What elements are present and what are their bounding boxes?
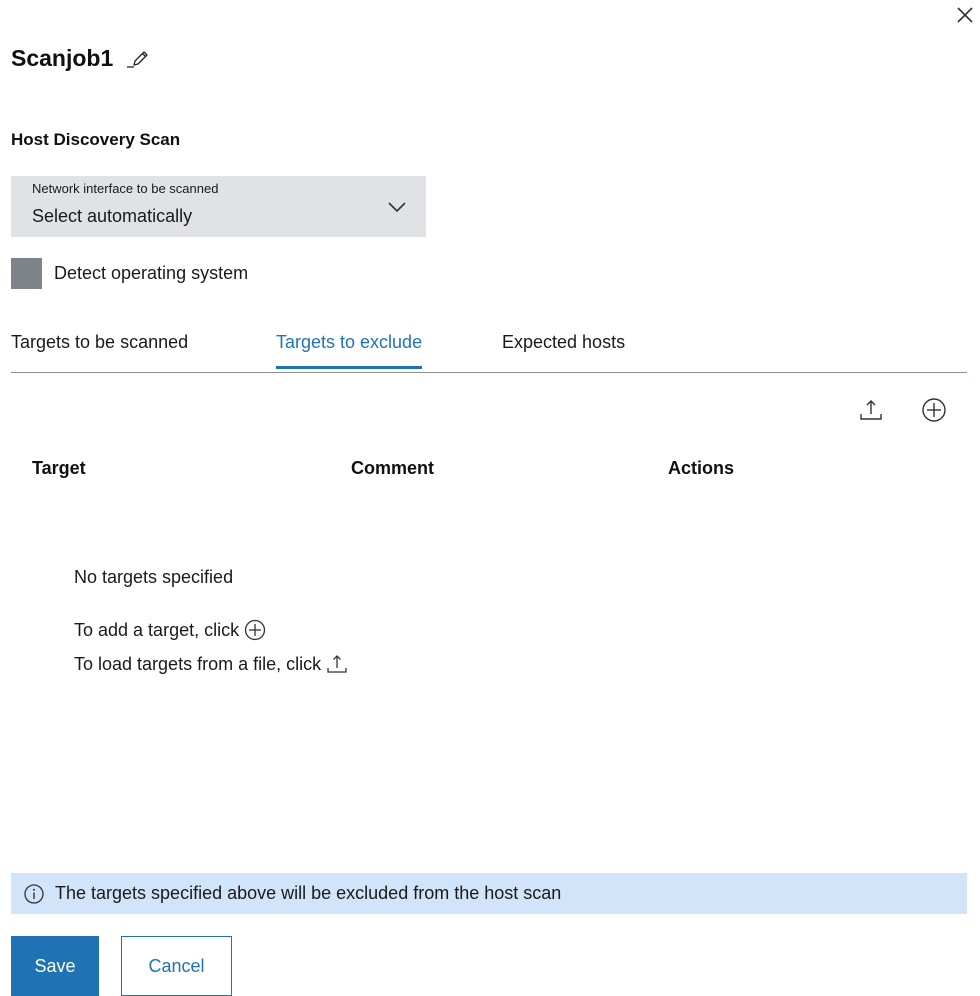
column-header-comment: Comment (351, 458, 435, 478)
section-title: Host Discovery Scan (11, 130, 181, 149)
info-notice: The targets specified above will be excl… (11, 873, 967, 914)
add-circle-icon[interactable] (920, 396, 948, 424)
empty-state-title: No targets specified (74, 567, 234, 587)
tab-expected-hosts[interactable]: Expected hosts (502, 332, 625, 369)
upload-icon (325, 652, 349, 676)
tab-targets-to-exclude[interactable]: Targets to exclude (276, 332, 423, 369)
load-targets-hint: To load targets from a file, click (74, 652, 349, 676)
upload-icon[interactable] (857, 396, 885, 424)
add-circle-icon (243, 618, 267, 642)
detect-os-label: Detect operating system (54, 263, 249, 283)
tab-bar: Targets to be scanned Targets to exclude… (11, 318, 967, 373)
load-targets-hint-text: To load targets from a file, click (74, 653, 322, 674)
detect-os-checkbox[interactable] (11, 258, 42, 289)
pencil-icon[interactable] (125, 44, 153, 72)
add-target-hint-text: To add a target, click (74, 619, 240, 640)
title-row: Scanjob1 (11, 44, 153, 72)
cancel-button[interactable]: Cancel (121, 936, 232, 996)
info-icon (23, 883, 45, 905)
column-header-target: Target (32, 458, 86, 478)
detect-os-option[interactable]: Detect operating system (11, 258, 248, 289)
column-header-actions: Actions (668, 458, 735, 478)
save-button[interactable]: Save (11, 936, 99, 996)
select-label: Network interface to be scanned (32, 181, 219, 196)
add-target-hint: To add a target, click (74, 618, 267, 642)
chevron-down-icon (386, 196, 408, 218)
dialog-title: Scanjob1 (11, 44, 114, 71)
tab-targets-to-be-scanned[interactable]: Targets to be scanned (11, 332, 188, 369)
close-icon[interactable] (954, 4, 976, 26)
scan-job-dialog: Scanjob1 Host Discovery Scan Network int… (0, 0, 980, 996)
notice-text: The targets specified above will be excl… (55, 883, 562, 903)
select-value: Select automatically (32, 206, 193, 226)
network-interface-select[interactable]: Network interface to be scanned Select a… (11, 176, 426, 237)
